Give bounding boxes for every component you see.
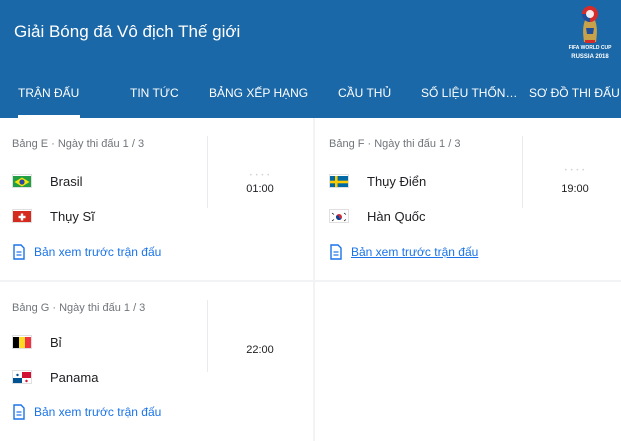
document-icon	[12, 244, 26, 260]
sweden-flag-icon	[329, 174, 349, 188]
match-grid: Bảng E · Ngày thi đấu 1 / 3 Brasil Thụy …	[0, 118, 621, 441]
team-row: Hàn Quốc	[329, 205, 426, 227]
tab-matches[interactable]: TRẬN ĐẤU	[18, 70, 80, 118]
tab-players[interactable]: CẦU THỦ	[338, 70, 396, 118]
document-icon	[329, 244, 343, 260]
team-row: Panama	[12, 366, 98, 388]
team-name: Brasil	[50, 173, 83, 189]
match-meta: Bảng E · Ngày thi đấu 1 / 3	[12, 138, 145, 150]
empty-card	[315, 282, 621, 441]
team-row: Thụy Điển	[329, 170, 426, 192]
match-time: 19:00	[561, 183, 589, 195]
divider	[207, 300, 208, 372]
brazil-flag-icon	[12, 174, 32, 188]
match-preview-link[interactable]: Bản xem trước trận đấu	[329, 244, 478, 260]
team-name: Bỉ	[50, 334, 62, 350]
logo-text-line2: RUSSIA 2018	[571, 54, 609, 60]
team-row: Bỉ	[12, 331, 62, 353]
logo-text-line1: FIFA WORLD CUP	[568, 45, 612, 51]
match-preview-link[interactable]: Bản xem trước trận đấu	[12, 244, 161, 260]
fifa-world-cup-2018-logo-icon: FIFA WORLD CUP RUSSIA 2018	[562, 4, 618, 70]
preview-label: Bản xem trước trận đấu	[34, 245, 162, 259]
team-row: Thụy Sĩ	[12, 205, 95, 227]
tab-bracket[interactable]: SƠ ĐỒ THI ĐẤU	[529, 70, 621, 118]
match-time: 22:00	[246, 344, 274, 356]
switzerland-flag-icon	[12, 209, 32, 223]
divider	[522, 136, 523, 208]
time-dots: • • • •	[249, 173, 271, 179]
match-time: 01:00	[246, 183, 274, 195]
south-korea-flag-icon	[329, 209, 349, 223]
panama-flag-icon	[12, 370, 32, 384]
team-name: Hàn Quốc	[367, 208, 426, 224]
match-card[interactable]: Bảng G · Ngày thi đấu 1 / 3 Bỉ Panama 22…	[0, 282, 313, 441]
match-meta: Bảng G · Ngày thi đấu 1 / 3	[12, 302, 146, 314]
tab-bar: TRẬN ĐẤU TIN TỨC BẢNG XẾP HẠNG CẦU THỦ S…	[0, 70, 621, 118]
match-card[interactable]: Bảng F · Ngày thi đấu 1 / 3 Thụy Điển Hà…	[315, 118, 621, 280]
belgium-flag-icon	[12, 335, 32, 349]
match-card[interactable]: Bảng E · Ngày thi đấu 1 / 3 Brasil Thụy …	[0, 118, 313, 280]
team-name: Thụy Sĩ	[50, 208, 95, 224]
team-name: Thụy Điển	[367, 173, 427, 189]
tab-stats[interactable]: SỐ LIỆU THỐN…	[421, 70, 517, 118]
preview-label: Bản xem trước trận đấu	[351, 245, 479, 259]
match-preview-link[interactable]: Bản xem trước trận đấu	[12, 404, 161, 420]
divider	[207, 136, 208, 208]
app-title: Giải Bóng đá Vô địch Thế giới	[14, 22, 241, 41]
team-row: Brasil	[12, 170, 83, 192]
match-meta: Bảng F · Ngày thi đấu 1 / 3	[329, 138, 461, 150]
team-name: Panama	[50, 369, 99, 385]
preview-label: Bản xem trước trận đấu	[34, 405, 162, 419]
app-header: Giải Bóng đá Vô địch Thế giới FIFA WORLD…	[0, 0, 621, 118]
tab-news[interactable]: TIN TỨC	[130, 70, 184, 118]
document-icon	[12, 404, 26, 420]
tab-standings[interactable]: BẢNG XẾP HẠNG	[209, 70, 313, 118]
time-dots: • • • •	[564, 168, 586, 174]
